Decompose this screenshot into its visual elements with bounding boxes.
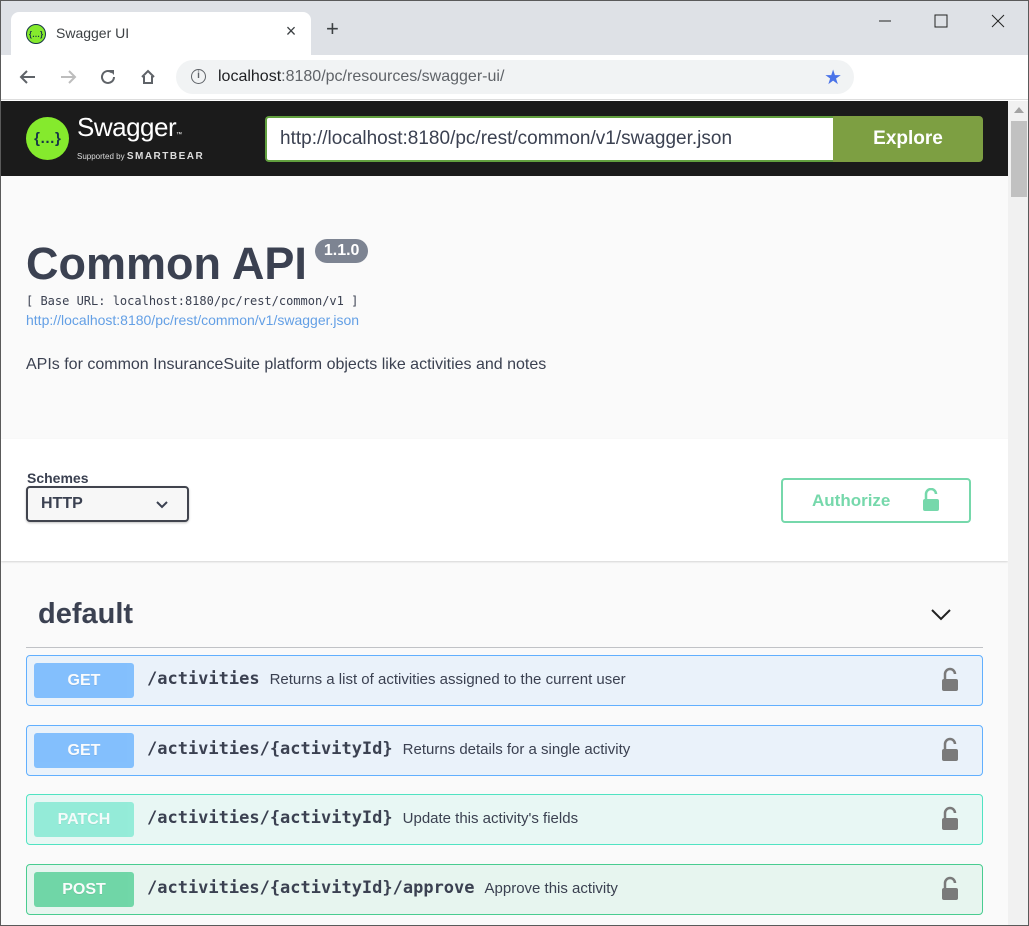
api-title: Common API [26,238,307,289]
swagger-favicon-icon: {…} [26,24,46,44]
api-info: Common API 1.1.0 [ Base URL: localhost:8… [26,236,546,374]
operation-path: /activities [147,669,260,689]
method-badge: GET [34,733,134,768]
operation-summary: Approve this activity [484,880,618,897]
browser-toolbar: i localhost:8180/pc/resources/swagger-ui… [1,55,1028,100]
minimize-button[interactable] [865,9,905,33]
tab-title: Swagger UI [56,25,130,41]
section-title: default [38,598,134,630]
base-url: [ Base URL: localhost:8180/pc/rest/commo… [26,294,359,308]
address-url[interactable]: localhost:8180/pc/resources/swagger-ui/ [218,68,504,86]
scroll-up-arrow-icon[interactable] [1014,107,1024,113]
arrow-right-icon [61,70,77,84]
swagger-logo[interactable]: {…} Swagger™ Supported by SMARTBEAR [26,114,204,162]
address-bar[interactable]: i localhost:8180/pc/resources/swagger-ui… [176,60,854,94]
tab-strip: {…} Swagger UI × + [1,1,1028,55]
schemes-selected-value: HTTP [41,495,83,512]
reload-button[interactable] [95,64,121,90]
chevron-down-icon[interactable] [929,603,953,627]
operation-patch-activity[interactable]: PATCH /activities/{activityId} Update thi… [26,794,983,845]
browser-window: {…} Swagger UI × + i localhost:8180/pc/r… [0,0,1029,926]
forward-button[interactable] [55,64,81,90]
new-tab-button[interactable]: + [326,18,339,40]
operation-summary: Returns a list of activities assigned to… [269,671,626,688]
home-icon [141,69,155,84]
maximize-icon [934,14,948,28]
home-button[interactable] [135,64,161,90]
authorize-label: Authorize [812,491,891,510]
authorize-button[interactable]: Authorize [781,478,971,523]
operation-post-approve[interactable]: POST /activities/{activityId}/approve App… [26,864,983,915]
operation-path: /activities/{activityId} [147,739,393,759]
unlock-icon[interactable] [940,737,960,763]
unlock-icon[interactable] [940,667,960,693]
info-icon[interactable]: i [191,69,206,84]
swagger-logo-icon: {…} [26,116,69,160]
url-host: localhost [218,68,282,85]
chevron-down-icon [156,501,168,509]
method-badge: POST [34,872,134,907]
schemes-select[interactable]: HTTP [26,486,189,522]
back-button[interactable] [15,64,41,90]
browser-tab[interactable]: {…} Swagger UI × [11,12,311,55]
method-badge: GET [34,663,134,698]
unlock-icon[interactable] [940,876,960,902]
reload-icon [101,69,115,84]
operation-summary: Returns details for a single activity [402,741,631,758]
unlock-icon [923,488,939,511]
operation-path: /activities/{activityId} [147,808,393,828]
bookmark-star-icon[interactable]: ★ [824,65,842,90]
minimize-icon [879,20,891,22]
close-window-button[interactable] [978,9,1018,33]
logo-trademark: ™ [176,132,182,138]
operation-get-activity[interactable]: GET /activities/{activityId} Returns deta… [26,725,983,776]
operations-section: default GET /activities Returns a list of… [26,591,983,915]
unlock-icon[interactable] [940,806,960,832]
close-icon [991,14,1005,28]
schemes-label: Schemes [27,470,89,486]
operation-summary: Update this activity's fields [402,810,579,827]
section-header[interactable]: default [26,591,983,648]
maximize-button[interactable] [921,9,961,33]
close-tab-icon[interactable]: × [281,21,301,42]
spec-url-input[interactable] [265,116,835,162]
page-viewport: {…} Swagger™ Supported by SMARTBEAR Expl… [1,101,1008,925]
vertical-scrollbar[interactable] [1008,101,1028,925]
url-path: :8180/pc/resources/swagger-ui/ [281,68,505,85]
operation-get-activities[interactable]: GET /activities Returns a list of activit… [26,655,983,706]
logo-name: Swagger [77,112,177,142]
arrow-left-icon [19,70,35,84]
api-description: APIs for common InsuranceSuite platform … [26,356,547,373]
explore-button[interactable]: Explore [833,116,983,162]
operation-path: /activities/{activityId}/approve [147,878,475,898]
scrollbar-thumb[interactable] [1011,121,1027,197]
swagger-topbar: {…} Swagger™ Supported by SMARTBEAR Expl… [1,101,1008,176]
spec-link[interactable]: http://localhost:8180/pc/rest/common/v1/… [26,312,546,328]
scheme-container: Schemes HTTP Authorize [1,439,1008,561]
method-badge: PATCH [34,802,134,837]
logo-brand: SMARTBEAR [126,151,205,162]
logo-supported-by: Supported by [77,152,125,161]
version-badge: 1.1.0 [314,239,369,263]
